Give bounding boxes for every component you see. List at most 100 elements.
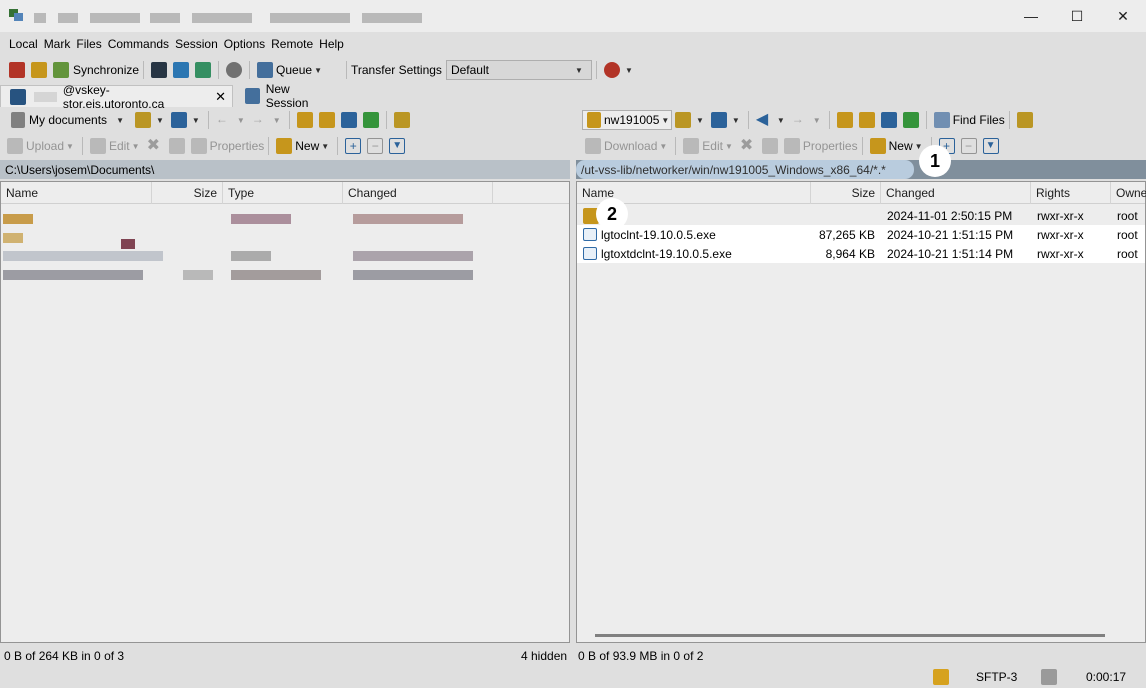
transfer-settings-select[interactable]: Default ▼ xyxy=(445,60,592,80)
tree-icon[interactable] xyxy=(393,112,410,128)
synchronize-button[interactable]: Synchronize xyxy=(73,63,139,77)
maximize-button[interactable]: ☐ xyxy=(1054,0,1100,32)
properties-button[interactable]: Properties xyxy=(210,139,265,153)
new-button[interactable]: New xyxy=(295,139,319,153)
menu-files[interactable]: Files xyxy=(73,37,104,51)
gear-icon[interactable] xyxy=(226,62,243,78)
chevron-down-icon[interactable]: ▼ xyxy=(66,142,74,151)
chevron-down-icon[interactable]: ▼ xyxy=(625,66,633,75)
back-arrow-icon[interactable]: ← xyxy=(216,112,232,128)
parent-directory-icon[interactable] xyxy=(296,112,313,128)
chevron-down-icon[interactable]: ▼ xyxy=(732,116,740,125)
sync-browsing-icon[interactable] xyxy=(31,62,47,78)
column-size[interactable]: Size xyxy=(811,181,881,204)
chevron-down-icon[interactable]: ▼ xyxy=(314,66,322,75)
root-directory-icon[interactable] xyxy=(858,112,875,128)
chevron-down-icon[interactable]: ▼ xyxy=(237,116,245,125)
horizontal-scrollbar[interactable] xyxy=(595,634,1105,637)
chevron-down-icon[interactable]: ▼ xyxy=(915,142,923,151)
chevron-down-icon[interactable]: ▼ xyxy=(725,142,733,151)
right-path-bar[interactable]: /ut-vss-lib/networker/win/nw191005_Windo… xyxy=(576,160,914,179)
chevron-down-icon[interactable]: ▼ xyxy=(132,142,140,151)
column-rights[interactable]: Rights xyxy=(1031,181,1111,204)
blurred-text xyxy=(231,251,271,261)
rename-icon[interactable] xyxy=(761,138,778,154)
column-size[interactable]: Size xyxy=(152,181,223,204)
column-owner[interactable]: Owne xyxy=(1111,182,1146,204)
chevron-down-icon[interactable]: ▼ xyxy=(813,116,821,125)
blurred-text xyxy=(353,214,463,224)
chevron-down-icon[interactable]: ▼ xyxy=(321,142,329,151)
tree-icon[interactable] xyxy=(1016,112,1033,128)
delete-icon[interactable]: ✖ xyxy=(740,138,756,154)
menu-local[interactable]: Local xyxy=(6,37,41,51)
home-icon[interactable] xyxy=(880,112,897,128)
chevron-down-icon[interactable]: ▼ xyxy=(659,142,667,151)
column-name[interactable]: Name xyxy=(1,181,152,204)
menu-session[interactable]: Session xyxy=(172,37,221,51)
filter-icon[interactable] xyxy=(170,112,187,128)
menu-help[interactable]: Help xyxy=(316,37,347,51)
open-folder-icon[interactable] xyxy=(675,112,691,128)
title-blur xyxy=(90,13,140,23)
filter-select-icon[interactable]: ▼ xyxy=(389,138,406,154)
download-button[interactable]: Download xyxy=(604,139,657,153)
back-arrow-icon[interactable]: ◀ xyxy=(756,112,772,128)
putty-icon[interactable] xyxy=(173,62,190,78)
menu-commands[interactable]: Commands xyxy=(105,37,172,51)
left-location-select[interactable]: My documents ▼ xyxy=(4,110,132,130)
minimize-button[interactable]: — xyxy=(1008,0,1054,32)
select-minus-icon[interactable]: − xyxy=(960,138,977,154)
table-row[interactable]: lgtoxtdclnt-19.10.0.5.exe 8,964 KB 2024-… xyxy=(577,244,1145,263)
close-window-button[interactable]: ✕ xyxy=(1100,0,1146,32)
filter-select-icon[interactable]: ▼ xyxy=(982,138,999,154)
right-file-list[interactable]: Name Size Changed Rights Owne 2024-11-01… xyxy=(576,181,1146,643)
chevron-down-icon[interactable]: ▼ xyxy=(156,116,164,125)
select-minus-icon[interactable]: − xyxy=(367,138,384,154)
menu-mark[interactable]: Mark xyxy=(41,37,74,51)
menu-options[interactable]: Options xyxy=(221,37,268,51)
transfer-mode-icon[interactable] xyxy=(603,62,620,78)
refresh-icon[interactable] xyxy=(902,112,919,128)
parent-directory-icon[interactable] xyxy=(836,112,853,128)
right-location-select[interactable]: nw191005 ▼ xyxy=(582,110,672,130)
properties-button[interactable]: Properties xyxy=(803,139,858,153)
transfer-settings-value: Default xyxy=(450,63,489,77)
queue-button[interactable]: Queue xyxy=(276,63,312,77)
column-changed[interactable]: Changed xyxy=(343,181,493,204)
chevron-down-icon[interactable]: ▼ xyxy=(777,116,785,125)
close-tab-icon[interactable]: ✕ xyxy=(215,89,226,105)
properties-icon xyxy=(190,138,207,154)
chevron-down-icon[interactable]: ▼ xyxy=(696,116,704,125)
column-type[interactable]: Type xyxy=(223,181,343,204)
forward-arrow-icon[interactable]: → xyxy=(792,112,808,128)
table-row[interactable]: lgtoclnt-19.10.0.5.exe 87,265 KB 2024-10… xyxy=(577,225,1145,244)
home-icon[interactable] xyxy=(340,112,357,128)
edit-button[interactable]: Edit xyxy=(702,139,723,153)
filter-icon[interactable] xyxy=(710,112,727,128)
select-plus-icon[interactable]: + xyxy=(345,138,362,154)
upload-button[interactable]: Upload xyxy=(26,139,64,153)
left-path-bar[interactable]: C:\Users\josem\Documents\ xyxy=(0,160,570,179)
forward-arrow-icon[interactable]: → xyxy=(252,112,268,128)
rename-icon[interactable] xyxy=(168,138,185,154)
refresh-icon[interactable] xyxy=(362,112,379,128)
console-icon[interactable] xyxy=(151,62,168,78)
tab-session[interactable]: @vskey-stor.eis.utoronto.ca ✕ xyxy=(0,83,233,111)
toolbar-separator xyxy=(268,137,270,155)
refresh-icon[interactable] xyxy=(195,62,212,78)
compare-directories-icon[interactable] xyxy=(9,62,25,78)
table-row[interactable]: 2024-11-01 2:50:15 PM rwxr-xr-x root xyxy=(577,206,1145,225)
new-button[interactable]: New xyxy=(889,139,913,153)
column-changed[interactable]: Changed xyxy=(881,181,1031,204)
menu-remote[interactable]: Remote xyxy=(268,37,316,51)
edit-button[interactable]: Edit xyxy=(109,139,130,153)
left-file-list[interactable]: Name Size Type Changed xyxy=(0,181,570,643)
chevron-down-icon[interactable]: ▼ xyxy=(273,116,281,125)
chevron-down-icon[interactable]: ▼ xyxy=(192,116,200,125)
find-files-button[interactable]: Find Files xyxy=(953,113,1005,127)
delete-icon[interactable]: ✖ xyxy=(147,138,163,154)
tab-new-session[interactable]: New Session xyxy=(236,82,336,110)
open-folder-icon[interactable] xyxy=(135,112,151,128)
root-directory-icon[interactable] xyxy=(318,112,335,128)
